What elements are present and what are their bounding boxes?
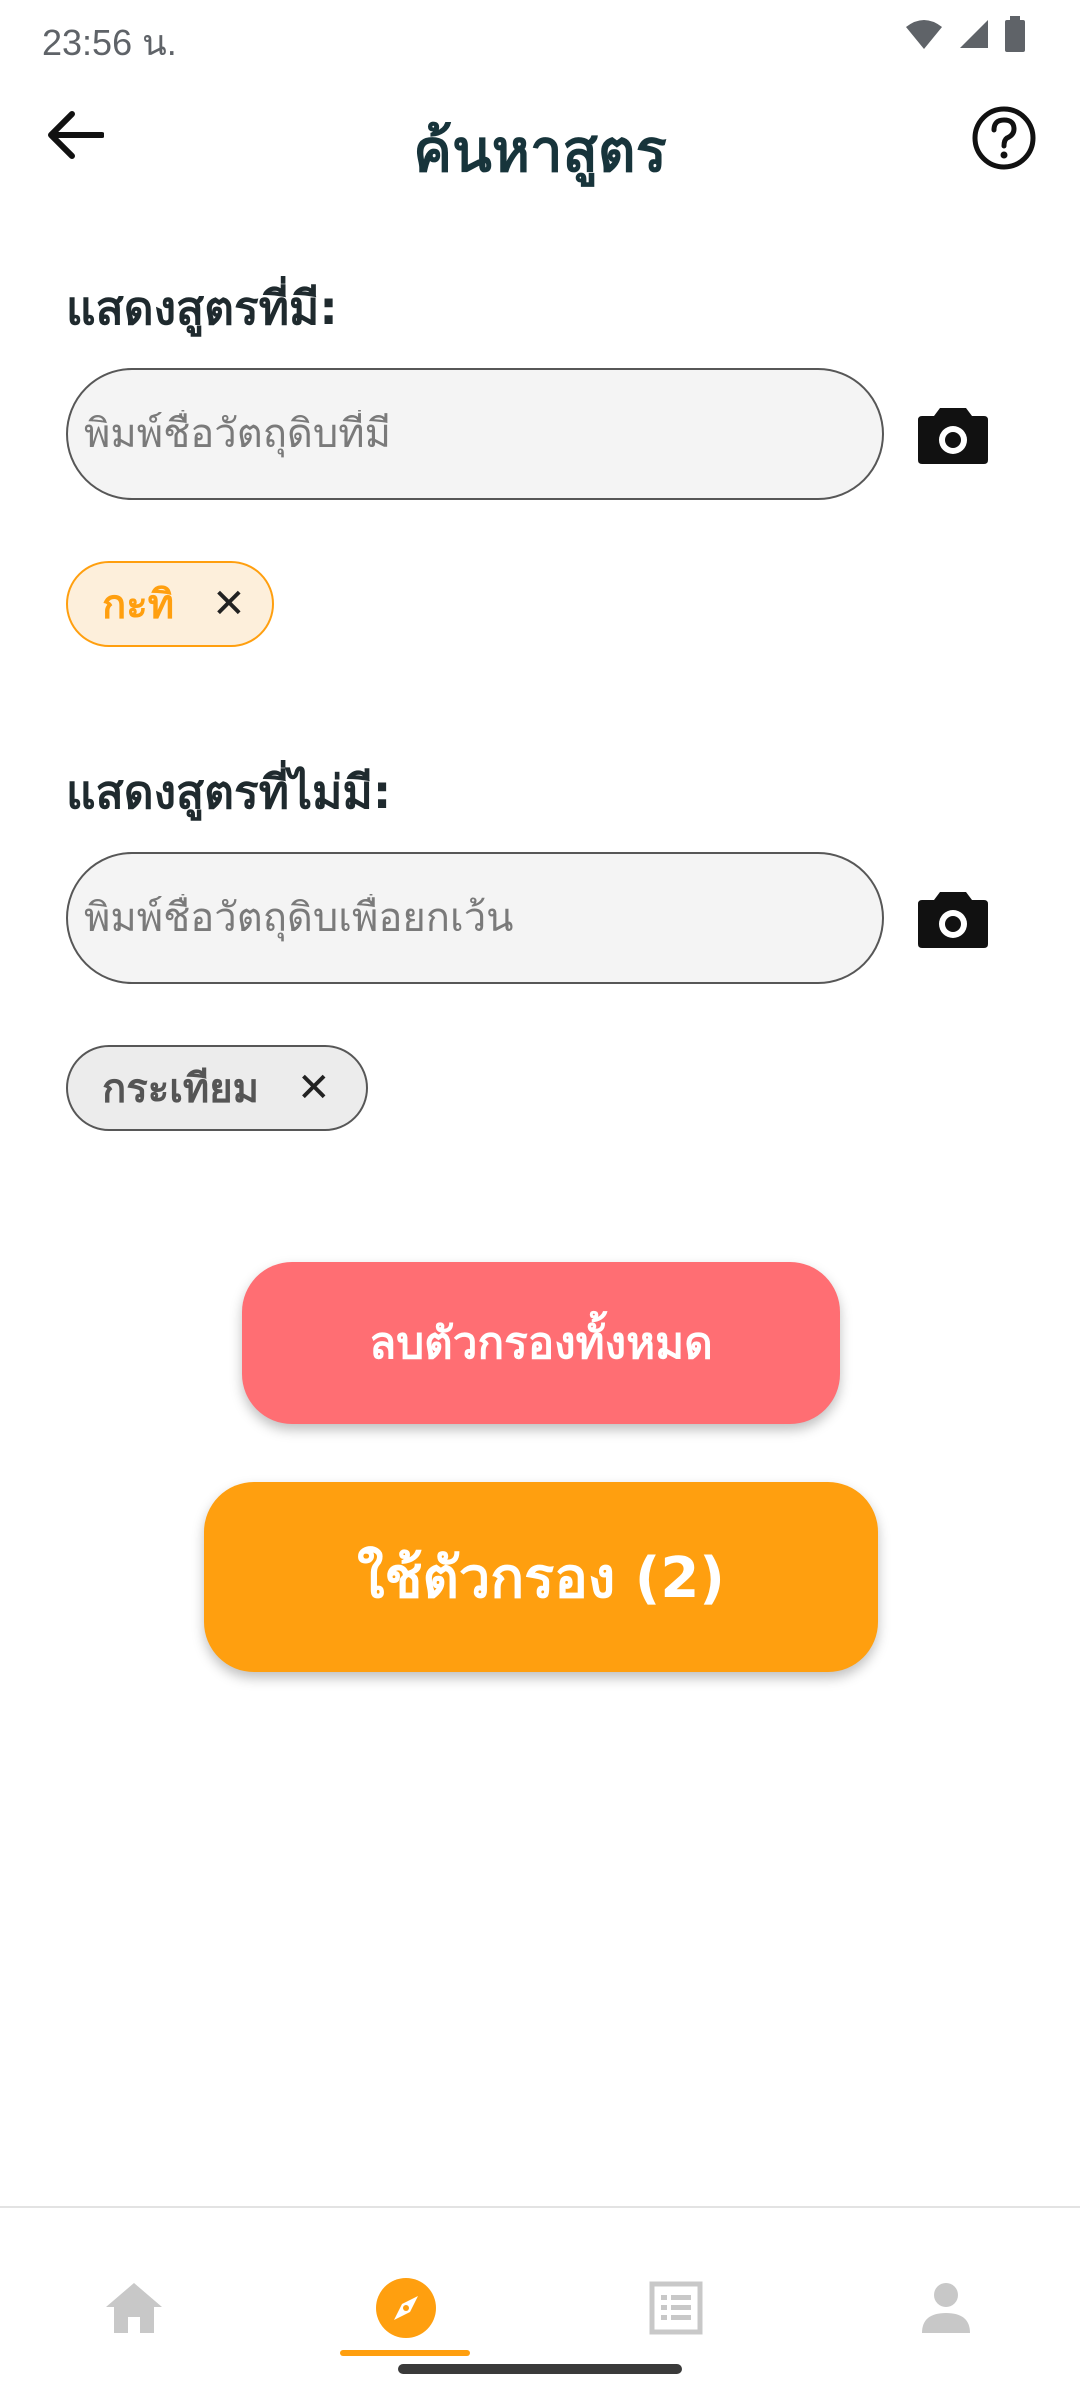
clear-all-filters-button[interactable]: ลบตัวกรองทั้งหมด (242, 1262, 840, 1424)
status-icons (904, 14, 1026, 54)
compass-icon (376, 2278, 436, 2338)
include-ingredient-input[interactable] (82, 410, 882, 458)
include-ingredient-field[interactable] (66, 368, 884, 500)
close-icon[interactable]: ✕ (212, 584, 246, 624)
include-section-label: แสดงสูตรที่มี: (66, 281, 338, 335)
help-button[interactable] (970, 104, 1038, 172)
list-icon (649, 2281, 703, 2335)
nav-list[interactable] (626, 2258, 726, 2358)
exclude-section-label: แสดงสูตรที่ไม่มี: (66, 765, 392, 819)
camera-icon (918, 892, 988, 948)
exclude-ingredient-field[interactable] (66, 852, 884, 984)
wifi-icon (906, 20, 942, 49)
include-chip[interactable]: กะทิ ✕ (66, 561, 274, 647)
status-time: 23:56 น. (42, 22, 177, 63)
battery-icon (1005, 16, 1025, 52)
exclude-ingredient-input[interactable] (82, 894, 882, 942)
nav-explore[interactable] (356, 2258, 456, 2358)
help-circle-icon (972, 106, 1036, 170)
nav-profile[interactable] (896, 2258, 996, 2358)
home-icon (106, 2283, 162, 2333)
signal-icon (960, 20, 988, 48)
gesture-bar[interactable] (398, 2364, 682, 2374)
person-icon (922, 2283, 970, 2333)
chip-label: กระเทียม (102, 1066, 260, 1112)
close-icon[interactable]: ✕ (297, 1068, 331, 1108)
exclude-camera-button[interactable] (916, 888, 990, 950)
chip-label: กะทิ (102, 582, 175, 628)
page-title: ค้นหาสูตร (413, 117, 667, 185)
apply-filters-button[interactable]: ใช้ตัวกรอง (2) (204, 1482, 878, 1672)
exclude-chip[interactable]: กระเทียม ✕ (66, 1045, 368, 1131)
nav-active-indicator (340, 2350, 470, 2356)
camera-icon (918, 408, 988, 464)
include-camera-button[interactable] (916, 404, 990, 466)
nav-home[interactable] (84, 2258, 184, 2358)
